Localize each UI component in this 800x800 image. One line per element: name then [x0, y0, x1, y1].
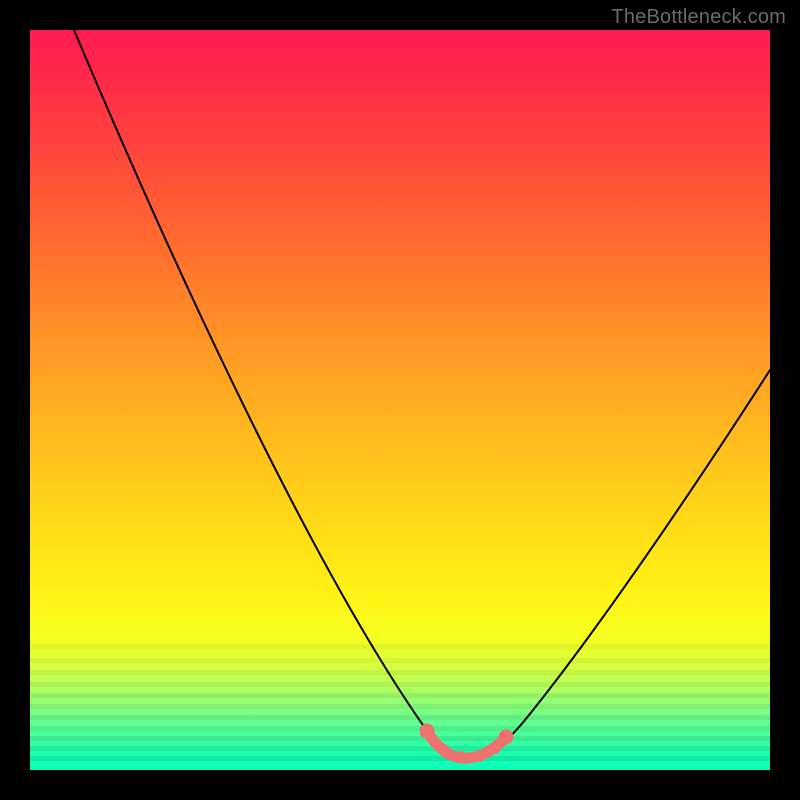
trough-node-icon [499, 730, 514, 745]
trough-node-icon [420, 724, 435, 739]
trough-node-icon [455, 751, 467, 763]
bottleneck-curve-line [74, 30, 770, 758]
trough-node-icon [438, 744, 450, 756]
plot-area [30, 30, 770, 770]
chart-frame: TheBottleneck.com [0, 0, 800, 800]
watermark-label: TheBottleneck.com [611, 6, 786, 29]
bottleneck-curve-svg [30, 30, 770, 770]
trough-node-icon [489, 742, 501, 754]
trough-node-icon [473, 750, 485, 762]
